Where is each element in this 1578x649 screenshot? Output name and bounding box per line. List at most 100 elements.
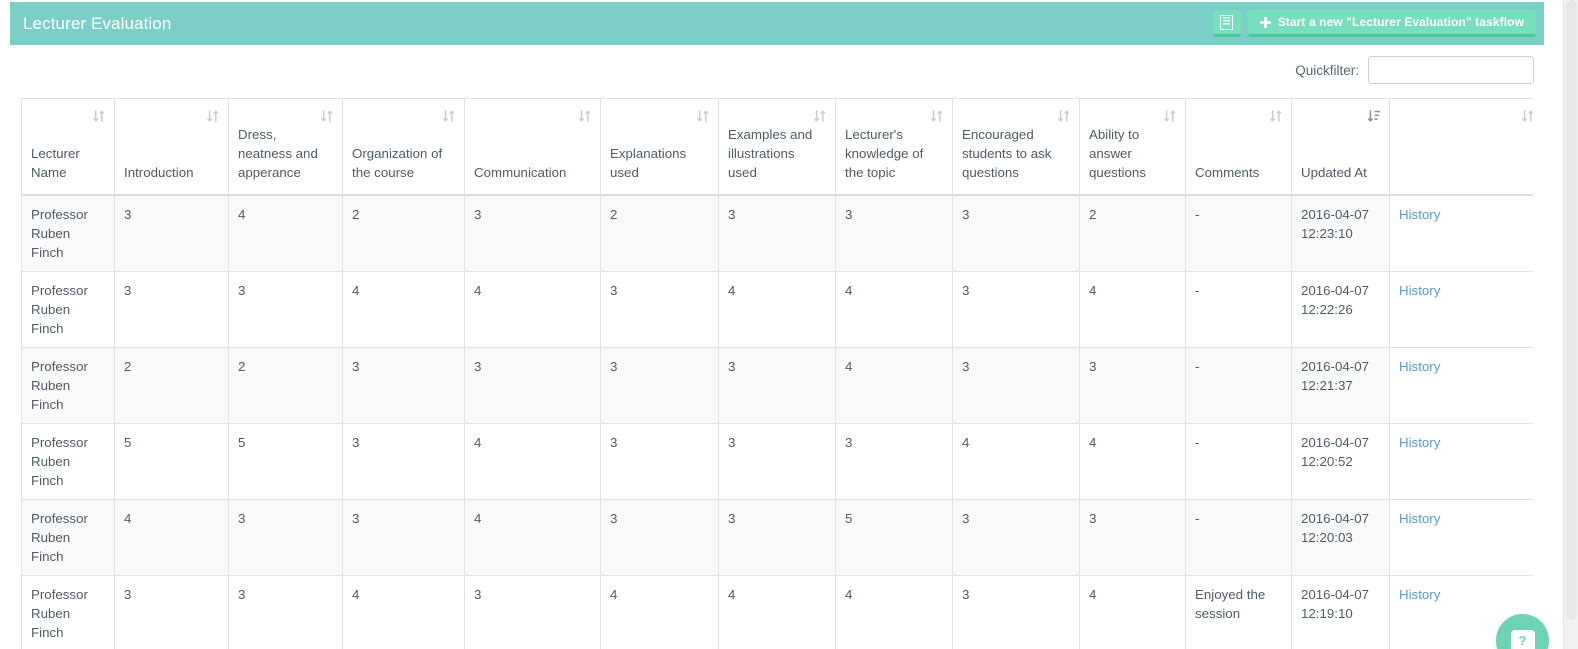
table-row[interactable]: Professor Ruben Finch 2 2 3 3 3 3 4 3 3-2016-04-0…	[21, 346, 1533, 424]
history-link[interactable]: History	[1399, 435, 1440, 450]
table-column-header[interactable]	[1389, 98, 1533, 196]
table-cell-actions[interactable]: History	[1389, 422, 1533, 500]
table-cell-updated-at: 2016-04-07 12:21:37	[1291, 346, 1390, 424]
table-cell-organization: 3	[342, 346, 465, 424]
table-cell-encouraged: 4	[952, 422, 1080, 500]
table-cell-communication: 4	[464, 422, 601, 500]
table-column-header[interactable]: Examples and illustrations used	[718, 98, 836, 196]
table-cell-actions[interactable]: History	[1389, 270, 1533, 348]
start-new-taskflow-button[interactable]: Start a new "Lecturer Evaluation" taskfl…	[1247, 10, 1536, 37]
table-cell-comments: Enjoyed the session	[1185, 574, 1292, 649]
table-cell-ability: 2	[1079, 194, 1186, 272]
sort-desc-icon	[1367, 110, 1380, 122]
table-cell-encouraged: 3	[952, 270, 1080, 348]
table-column-header[interactable]: Encouraged students to ask questions	[952, 98, 1080, 196]
table-header: Lecturer Name Introduction Dress, neatness…	[21, 98, 1533, 196]
table-cell-encouraged: 3	[952, 194, 1080, 272]
table-column-header[interactable]: Lecturer Name	[21, 98, 115, 196]
table-cell-introduction: 3	[114, 574, 229, 649]
table-cell-introduction: 3	[114, 194, 229, 272]
sort-neutral-icon	[207, 110, 219, 122]
evaluations-table-container: Lecturer Name Introduction Dress, neatness…	[21, 98, 1533, 649]
table-cell-dress: 3	[228, 574, 343, 649]
question-mark-icon: ?	[1510, 629, 1535, 649]
plus-icon	[1259, 16, 1271, 28]
sort-neutral-icon	[1164, 110, 1176, 122]
table-cell-lecturer-name: Professor Ruben Finch	[21, 194, 115, 272]
table-cell-ability: 3	[1079, 346, 1186, 424]
sort-neutral-icon	[1270, 110, 1282, 122]
table-cell-knowledge: 4	[835, 270, 953, 348]
table-cell-dress: 2	[228, 346, 343, 424]
history-link[interactable]: History	[1399, 207, 1440, 222]
table-cell-examples: 4	[718, 270, 836, 348]
table-cell-lecturer-name: Professor Ruben Finch	[21, 574, 115, 649]
history-link[interactable]: History	[1399, 283, 1440, 298]
table-cell-comments: -	[1185, 346, 1292, 424]
page-header-bar: Lecturer Evaluation Start a new "Lecture…	[10, 2, 1544, 45]
table-column-header[interactable]: Dress, neatness and apperance	[228, 98, 343, 196]
table-row[interactable]: Professor Ruben Finch 4 3 3 4 3 3 5 3 3-2016-04-0…	[21, 498, 1533, 576]
history-link[interactable]: History	[1399, 511, 1440, 526]
table-cell-communication: 4	[464, 270, 601, 348]
table-cell-ability: 3	[1079, 498, 1186, 576]
table-cell-dress: 5	[228, 422, 343, 500]
table-cell-knowledge: 5	[835, 498, 953, 576]
table-cell-lecturer-name: Professor Ruben Finch	[21, 422, 115, 500]
table-column-header[interactable]: Communication	[464, 98, 601, 196]
list-view-button[interactable]	[1212, 10, 1241, 37]
sort-neutral-icon	[1522, 110, 1533, 122]
table-column-header-label: Communication	[474, 164, 567, 180]
quickfilter-row: Quickfilter:	[0, 56, 1545, 84]
table-column-header[interactable]: Lecturer's knowledge of the topic	[835, 98, 953, 196]
table-cell-knowledge: 4	[835, 346, 953, 424]
table-column-header[interactable]: Introduction	[114, 98, 229, 196]
table-cell-examples: 3	[718, 194, 836, 272]
table-cell-updated-at: 2016-04-07 12:20:52	[1291, 422, 1390, 500]
table-column-header-label: Explanations used	[610, 145, 687, 180]
table-cell-dress: 3	[228, 498, 343, 576]
table-column-header-label: Updated At	[1301, 164, 1367, 180]
table-cell-actions[interactable]: History	[1389, 346, 1533, 424]
quickfilter-label: Quickfilter:	[1295, 62, 1359, 78]
table-column-header-label: Dress, neatness and apperance	[238, 126, 318, 180]
table-column-header[interactable]: Updated At	[1291, 98, 1390, 196]
sort-neutral-icon	[93, 110, 105, 122]
table-cell-knowledge: 4	[835, 574, 953, 649]
table-cell-introduction: 5	[114, 422, 229, 500]
header-actions: Start a new "Lecturer Evaluation" taskfl…	[1212, 10, 1536, 37]
table-cell-examples: 3	[718, 422, 836, 500]
table-column-header[interactable]: Comments	[1185, 98, 1292, 196]
table-cell-introduction: 2	[114, 346, 229, 424]
table-row[interactable]: Professor Ruben Finch 3 3 4 3 4 4 4 3 4 Enjoyed th…	[21, 574, 1533, 649]
table-cell-ability: 4	[1079, 270, 1186, 348]
table-cell-updated-at: 2016-04-07 12:23:10	[1291, 194, 1390, 272]
start-new-taskflow-label: Start a new "Lecturer Evaluation" taskfl…	[1277, 15, 1524, 29]
table-column-header-label: Introduction	[124, 164, 194, 180]
table-cell-explanations: 3	[600, 498, 719, 576]
table-body: Professor Ruben Finch 3 4 2 3 2 3 3 3 2-2016-04-0…	[21, 194, 1533, 649]
table-cell-actions[interactable]: History	[1389, 498, 1533, 576]
sort-neutral-icon	[579, 110, 591, 122]
table-row[interactable]: Professor Ruben Finch 3 3 4 4 3 4 4 3 4-2016-04-0…	[21, 270, 1533, 348]
table-row[interactable]: Professor Ruben Finch 5 5 3 4 3 3 3 4 4-2016-04-0…	[21, 422, 1533, 500]
page-scrollbar-thumb[interactable]	[1566, 0, 1577, 620]
table-cell-organization: 4	[342, 270, 465, 348]
table-cell-examples: 3	[718, 346, 836, 424]
sort-neutral-icon	[931, 110, 943, 122]
table-column-header-label: Ability to answer questions	[1089, 126, 1146, 180]
history-link[interactable]: History	[1399, 587, 1440, 602]
table-cell-comments: -	[1185, 498, 1292, 576]
table-column-header-label: Examples and illustrations used	[728, 126, 813, 180]
table-cell-explanations: 2	[600, 194, 719, 272]
table-row[interactable]: Professor Ruben Finch 3 4 2 3 2 3 3 3 2-2016-04-0…	[21, 194, 1533, 272]
table-cell-actions[interactable]: History	[1389, 194, 1533, 272]
table-column-header[interactable]: Explanations used	[600, 98, 719, 196]
quickfilter-input[interactable]	[1368, 56, 1534, 84]
page-scrollbar[interactable]	[1563, 0, 1578, 649]
table-cell-explanations: 3	[600, 346, 719, 424]
table-column-header[interactable]: Organization of the course	[342, 98, 465, 196]
history-link[interactable]: History	[1399, 359, 1440, 374]
table-column-header[interactable]: Ability to answer questions	[1079, 98, 1186, 196]
table-cell-communication: 3	[464, 194, 601, 272]
